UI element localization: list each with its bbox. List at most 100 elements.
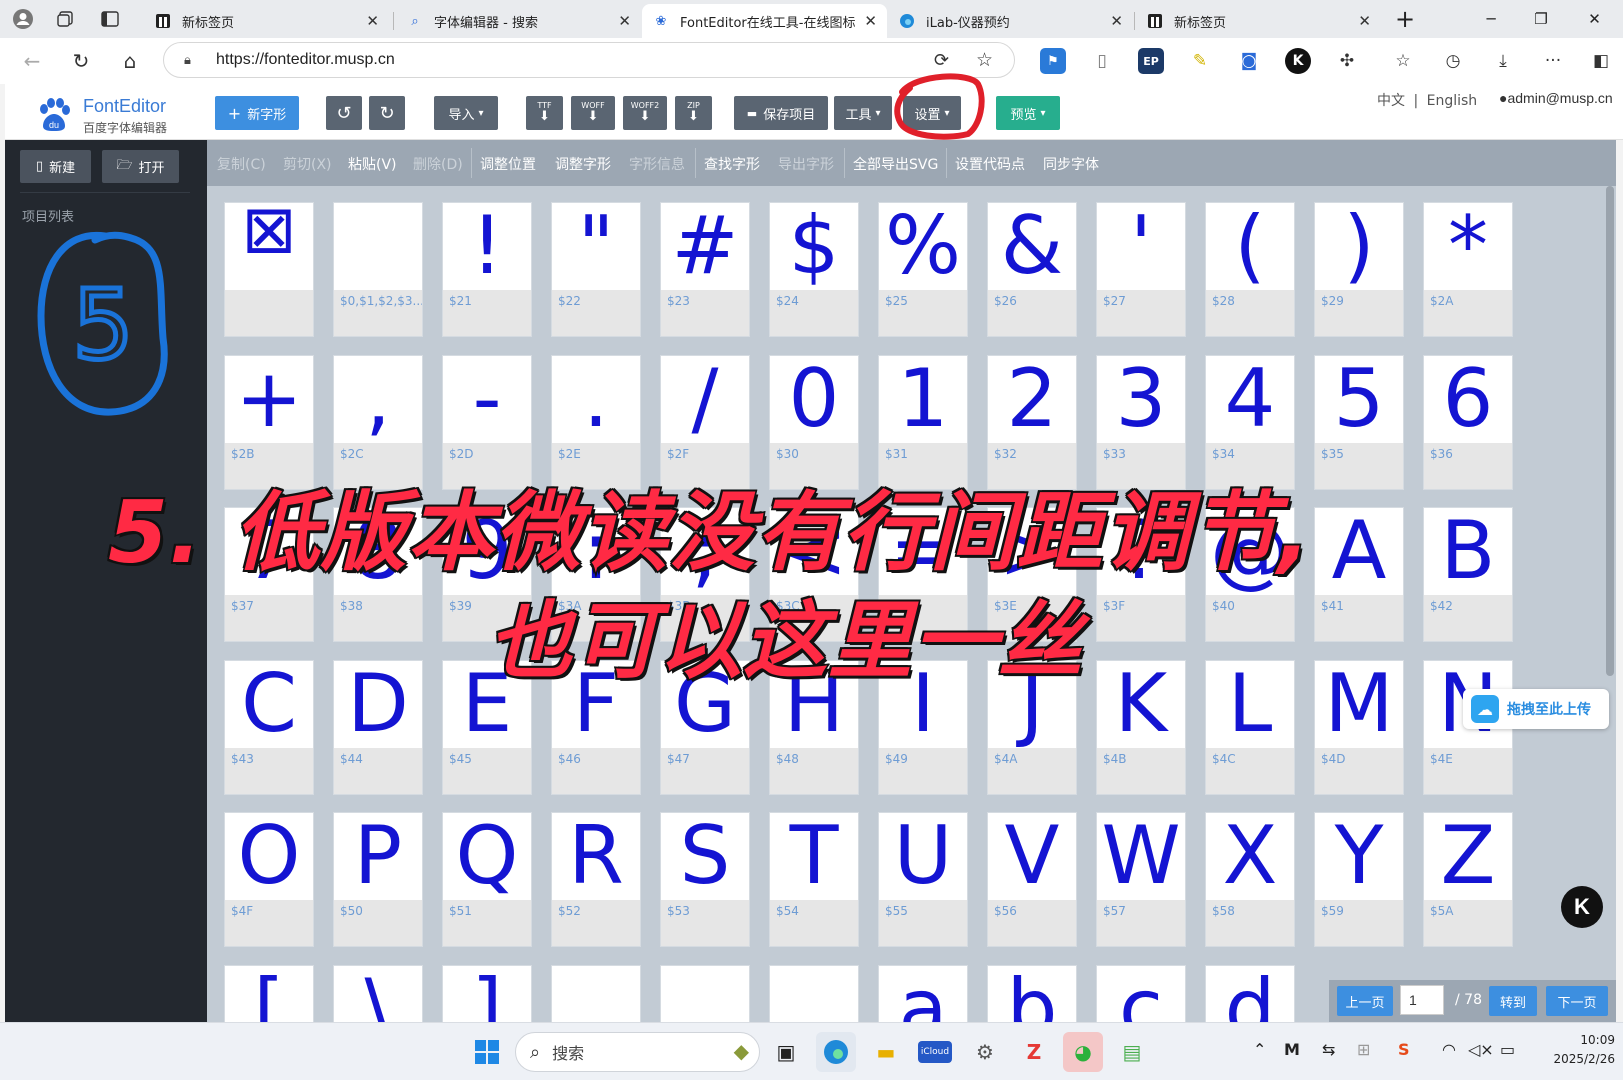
glyph-cell[interactable]: D $44 — [333, 659, 423, 795]
glyph-cell[interactable]: % $25 — [878, 202, 968, 337]
profile-icon[interactable] — [0, 0, 46, 38]
url-text[interactable]: https://fonteditor.musp.cn — [216, 51, 395, 69]
restore-icon[interactable]: ❐ — [1516, 0, 1566, 38]
extension-k-icon[interactable]: K — [1285, 48, 1311, 74]
glyph-cell[interactable]: \ — [333, 964, 423, 1022]
export-woff2-button[interactable]: WOFF2 ⬇ — [623, 96, 667, 130]
glyph-cell[interactable]: # $23 — [660, 202, 750, 337]
glyph-cell[interactable] — [769, 964, 859, 1022]
glyph-cell[interactable]: R $52 — [551, 812, 641, 947]
tab-ilab[interactable]: iLab-仪器预约 ✕ — [888, 4, 1133, 38]
admin-link[interactable]: ●admin@musp.cn — [1499, 90, 1613, 106]
volume-muted-icon[interactable]: ◁× — [1468, 1040, 1494, 1059]
menu-find-glyph[interactable]: 查找字形 — [704, 154, 760, 174]
menu-adjust-glyph[interactable]: 调整字形 — [555, 154, 611, 174]
new-project-button[interactable]: ▯ 新建 — [20, 150, 91, 183]
close-tab-icon[interactable]: ✕ — [864, 12, 877, 30]
extension-doc-icon[interactable]: ▯ — [1089, 48, 1115, 74]
glyph-cell[interactable]: T $54 — [769, 812, 859, 947]
glyph-cell[interactable]: S $53 — [660, 812, 750, 947]
open-project-button[interactable]: 🗁 打开 — [102, 150, 179, 183]
menu-sync-font[interactable]: 同步字体 — [1043, 154, 1099, 174]
back-icon[interactable]: ← — [16, 45, 48, 77]
glyph-cell[interactable]: C $43 — [224, 659, 314, 795]
save-project-button[interactable]: ▬ 保存项目 — [734, 96, 828, 130]
extension-q-icon[interactable]: ◙ — [1236, 48, 1262, 74]
glyph-cell[interactable]: d — [1205, 964, 1295, 1022]
vertical-tabs-icon[interactable] — [88, 0, 132, 38]
glyph-cell[interactable]: L $4C — [1205, 659, 1295, 795]
menu-delete[interactable]: 删除(D) — [413, 154, 463, 174]
extension-pen-icon[interactable]: ✎ — [1187, 48, 1213, 74]
glyph-cell[interactable]: U $55 — [878, 812, 968, 947]
extensions-puzzle-icon[interactable]: ✣ — [1334, 48, 1360, 74]
export-woff-button[interactable]: WOFF ⬇ — [571, 96, 615, 130]
fonteditor-logo[interactable]: du FontEditor 百度字体编辑器 — [37, 92, 187, 136]
history-icon[interactable]: ◷ — [1440, 48, 1466, 74]
glyph-cell[interactable] — [660, 964, 750, 1022]
menu-cut[interactable]: 剪切(X) — [283, 154, 332, 174]
menu-adjust-position[interactable]: 调整位置 — [480, 154, 536, 174]
tab-new-page-2[interactable]: 新标签页 ✕ — [1136, 4, 1381, 38]
glyph-cell[interactable]: ) $29 — [1314, 202, 1404, 337]
close-window-icon[interactable]: ✕ — [1566, 0, 1623, 38]
glyph-cell[interactable]: ] — [442, 964, 532, 1022]
k-floating-button[interactable]: K — [1561, 886, 1603, 928]
tab-search[interactable]: ⌕ 字体编辑器 - 搜索 ✕ — [396, 4, 641, 38]
glyph-cell[interactable]: P $50 — [333, 812, 423, 947]
glyph-cell[interactable]: X $58 — [1205, 812, 1295, 947]
glyph-cell[interactable]: c — [1096, 964, 1186, 1022]
glyph-cell[interactable]: a — [878, 964, 968, 1022]
menu-paste[interactable]: 粘贴(V) — [348, 154, 397, 174]
glyph-cell[interactable]: B $42 — [1423, 507, 1513, 642]
glyph-list-scrollbar[interactable] — [1606, 186, 1614, 676]
menu-copy[interactable]: 复制(C) — [217, 154, 266, 174]
task-view-icon[interactable]: ▣ — [766, 1032, 806, 1072]
glyph-cell[interactable]: ⊠ — [224, 202, 314, 337]
extension-ep-icon[interactable]: EP — [1138, 48, 1164, 74]
redo-button[interactable]: ↻ — [369, 96, 405, 130]
zotero-icon[interactable]: Z — [1014, 1032, 1054, 1072]
goto-page-button[interactable]: 转到 — [1489, 986, 1537, 1016]
close-tab-icon[interactable]: ✕ — [618, 12, 631, 30]
new-tab-button[interactable]: + — [1380, 0, 1430, 38]
import-dropdown[interactable]: 导入 ▾ — [434, 96, 498, 130]
tray-sogou-icon[interactable]: S — [1398, 1040, 1410, 1059]
file-explorer-icon[interactable]: ▬ — [866, 1032, 906, 1072]
home-icon[interactable]: ⌂ — [114, 45, 146, 77]
lang-zh-link[interactable]: 中文 — [1377, 93, 1405, 109]
edge-taskbar-icon[interactable] — [816, 1032, 856, 1072]
glyph-cell[interactable]: Q $51 — [442, 812, 532, 947]
sidebar-toggle-icon[interactable]: ◧ — [1588, 48, 1614, 74]
extension-translate-icon[interactable]: ⚑ — [1040, 48, 1066, 74]
glyph-cell[interactable]: ' $27 — [1096, 202, 1186, 337]
downloads-icon[interactable]: ⤓ — [1490, 48, 1516, 74]
glyph-cell[interactable]: M $4D — [1314, 659, 1404, 795]
tray-sync-icon[interactable]: ⇆ — [1322, 1040, 1335, 1059]
wechat-icon[interactable]: ◕ — [1063, 1032, 1103, 1072]
preview-dropdown[interactable]: 预览 ▾ — [996, 96, 1060, 130]
glyph-cell[interactable]: K $4B — [1096, 659, 1186, 795]
immersive-reader-icon[interactable]: ⟳ — [934, 50, 949, 71]
upload-badge[interactable]: ☁ 拖拽至此上传 — [1463, 689, 1609, 729]
next-page-button[interactable]: 下一页 — [1546, 986, 1608, 1016]
settings-gear-icon[interactable]: ⚙ — [965, 1032, 1005, 1072]
tab-fonteditor[interactable]: ❀ FontEditor在线工具-在线图标 ✕ — [642, 4, 887, 38]
glyph-cell[interactable]: & $26 — [987, 202, 1077, 337]
glyph-cell[interactable]: b — [987, 964, 1077, 1022]
glyph-cell[interactable]: V $56 — [987, 812, 1077, 947]
windows-start-icon[interactable] — [467, 1032, 507, 1072]
prev-page-button[interactable]: 上一页 — [1337, 986, 1393, 1016]
glyph-cell[interactable]: O $4F — [224, 812, 314, 947]
battery-icon[interactable]: ▭ — [1500, 1040, 1515, 1059]
page-number-input[interactable] — [1400, 985, 1444, 1015]
glyph-cell[interactable]: Y $59 — [1314, 812, 1404, 947]
menu-set-codepoint[interactable]: 设置代码点 — [955, 154, 1025, 174]
close-tab-icon[interactable]: ✕ — [1110, 12, 1123, 30]
menu-export-all-svg[interactable]: 全部导出SVG — [853, 154, 938, 174]
menu-export-glyph[interactable]: 导出字形 — [778, 154, 834, 174]
tray-app-icon[interactable]: M — [1284, 1040, 1300, 1059]
workspaces-icon[interactable] — [44, 0, 88, 38]
glyph-cell[interactable]: W $57 — [1096, 812, 1186, 947]
close-tab-icon[interactable]: ✕ — [1358, 12, 1371, 30]
